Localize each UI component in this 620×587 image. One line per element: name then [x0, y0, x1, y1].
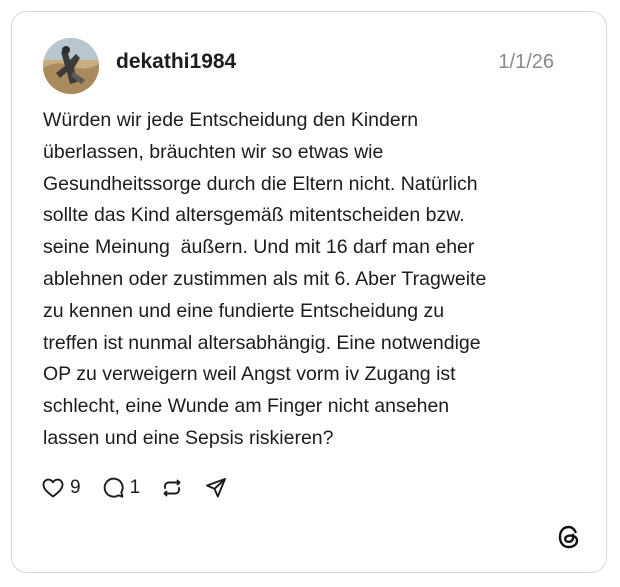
post-body-line: Würden wir jede Entscheidung den Kindern — [43, 109, 419, 131]
post-body: Würden wir jede Entscheidung den Kindern… — [43, 105, 588, 455]
heart-icon — [41, 476, 65, 500]
post-body-line: sollte das Kind altersgemäß mitentscheid… — [43, 204, 465, 227]
like-count: 9 — [70, 477, 81, 498]
share-icon — [204, 476, 228, 500]
post-body-line: schlecht, eine Wunde am Finger nicht ans… — [43, 395, 450, 418]
post-body-line: seine Meinung äußern. Und mit 16 darf ma… — [43, 236, 475, 259]
reply-count: 1 — [129, 477, 141, 498]
post-body-line: ablehnen oder zustimmen als mit 6. Aber … — [43, 267, 487, 290]
share-button[interactable] — [204, 476, 228, 500]
comment-icon — [101, 476, 125, 500]
avatar[interactable] — [43, 38, 99, 94]
post-body-line: OP zu verweigern weil Angst vorm iv Zuga… — [43, 363, 456, 386]
threads-logo-icon[interactable] — [556, 524, 582, 550]
post-body-line: lassen und eine Sepsis riskieren? — [43, 426, 334, 449]
like-button[interactable]: 9 — [41, 476, 81, 500]
reply-button[interactable]: 1 — [101, 476, 141, 500]
repost-button[interactable] — [160, 476, 184, 500]
post-body-line: zu kennen und eine fundierte Entscheidun… — [43, 299, 445, 322]
post-actions: 9 1 — [41, 474, 248, 502]
repost-icon — [160, 476, 184, 500]
post-body-line: Gesundheitssorge durch die Eltern nicht.… — [43, 172, 478, 195]
post-body-line: überlassen, bräuchten wir so etwas wie — [43, 140, 384, 163]
post-body-line: treffen ist nunmal altersabhängig. Eine … — [43, 331, 481, 354]
username[interactable]: dekathi1984 — [116, 50, 236, 74]
post-date: 1/1/26 — [498, 51, 554, 73]
post-card: dekathi1984 1/1/26 Würden wir jede Entsc… — [11, 11, 607, 573]
